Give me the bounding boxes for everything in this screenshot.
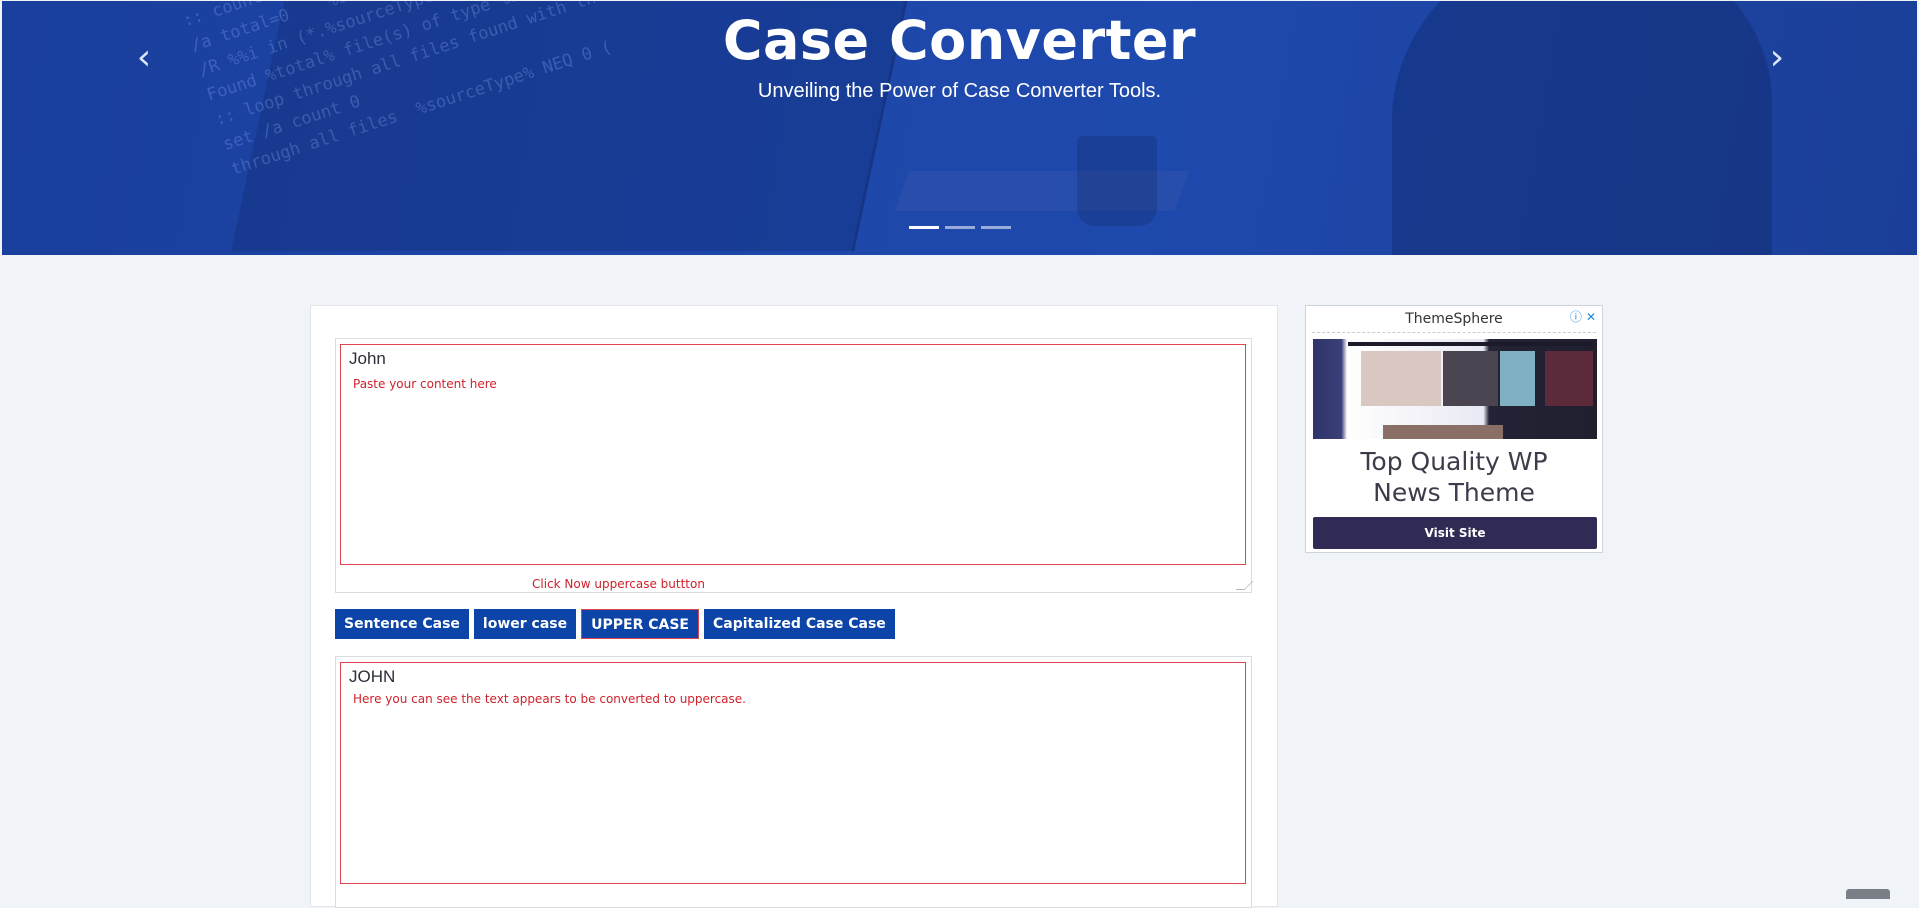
output-value: JOHN (349, 667, 396, 686)
chevron-left-icon[interactable]: ‹ (129, 39, 159, 77)
ad-image-tile (1361, 351, 1441, 406)
ad-controls: ⓘ ✕ (1566, 308, 1596, 325)
input-annotation: Paste your content here (353, 377, 497, 391)
input-textarea[interactable]: John Paste your content here Click Now u… (335, 338, 1254, 593)
uppercase-hint: Click Now uppercase buttton (532, 577, 705, 591)
input-value: John (349, 349, 386, 368)
case-button-row: Sentence Case lower case UPPER CASE Capi… (335, 609, 895, 639)
capitalized-case-button[interactable]: Capitalized Case Case (704, 609, 895, 639)
chevron-right-icon[interactable]: › (1762, 39, 1792, 77)
hero-subtitle: Unveiling the Power of Case Converter To… (757, 80, 1162, 102)
ad-brand: ThemeSphere (1405, 311, 1503, 327)
hero-title: Case Converter (722, 9, 1197, 72)
carousel-indicator-1[interactable] (909, 226, 939, 229)
sidebar-ad[interactable]: ThemeSphere ⓘ ✕ Top Quality WP News Theme… (1305, 305, 1603, 553)
ad-image[interactable] (1313, 339, 1597, 439)
info-icon[interactable]: ⓘ (1570, 310, 1582, 324)
sentence-case-button[interactable]: Sentence Case (335, 609, 469, 639)
ad-headline: Top Quality WP News Theme (1306, 446, 1602, 508)
carousel-indicator-2[interactable] (945, 226, 975, 229)
ad-image-tile (1545, 351, 1593, 406)
ad-headline-line-1: Top Quality WP (1360, 447, 1548, 476)
carousel-indicator-3[interactable] (981, 226, 1011, 229)
ad-image-nav (1348, 342, 1592, 346)
upper-case-button[interactable]: UPPER CASE (581, 609, 699, 639)
ad-image-tile (1383, 425, 1503, 439)
hero-carousel: echo goto whiteman before converting :: … (2, 1, 1917, 255)
ad-image-tile (1500, 351, 1535, 406)
close-icon[interactable]: ✕ (1586, 310, 1596, 324)
output-annotation: Here you can see the text appears to be … (353, 692, 746, 706)
scroll-to-top-button[interactable] (1846, 889, 1890, 899)
lower-case-button[interactable]: lower case (473, 609, 577, 639)
ad-image-tile (1443, 351, 1498, 406)
resize-handle[interactable] (1235, 581, 1254, 590)
visit-site-button[interactable]: Visit Site (1313, 517, 1597, 549)
output-textarea[interactable]: JOHN Here you can see the text appears t… (335, 656, 1252, 908)
carousel-indicators (909, 226, 1011, 229)
hero-background-mug (1077, 136, 1157, 226)
ad-divider (1312, 332, 1596, 333)
ad-headline-line-2: News Theme (1373, 478, 1535, 507)
